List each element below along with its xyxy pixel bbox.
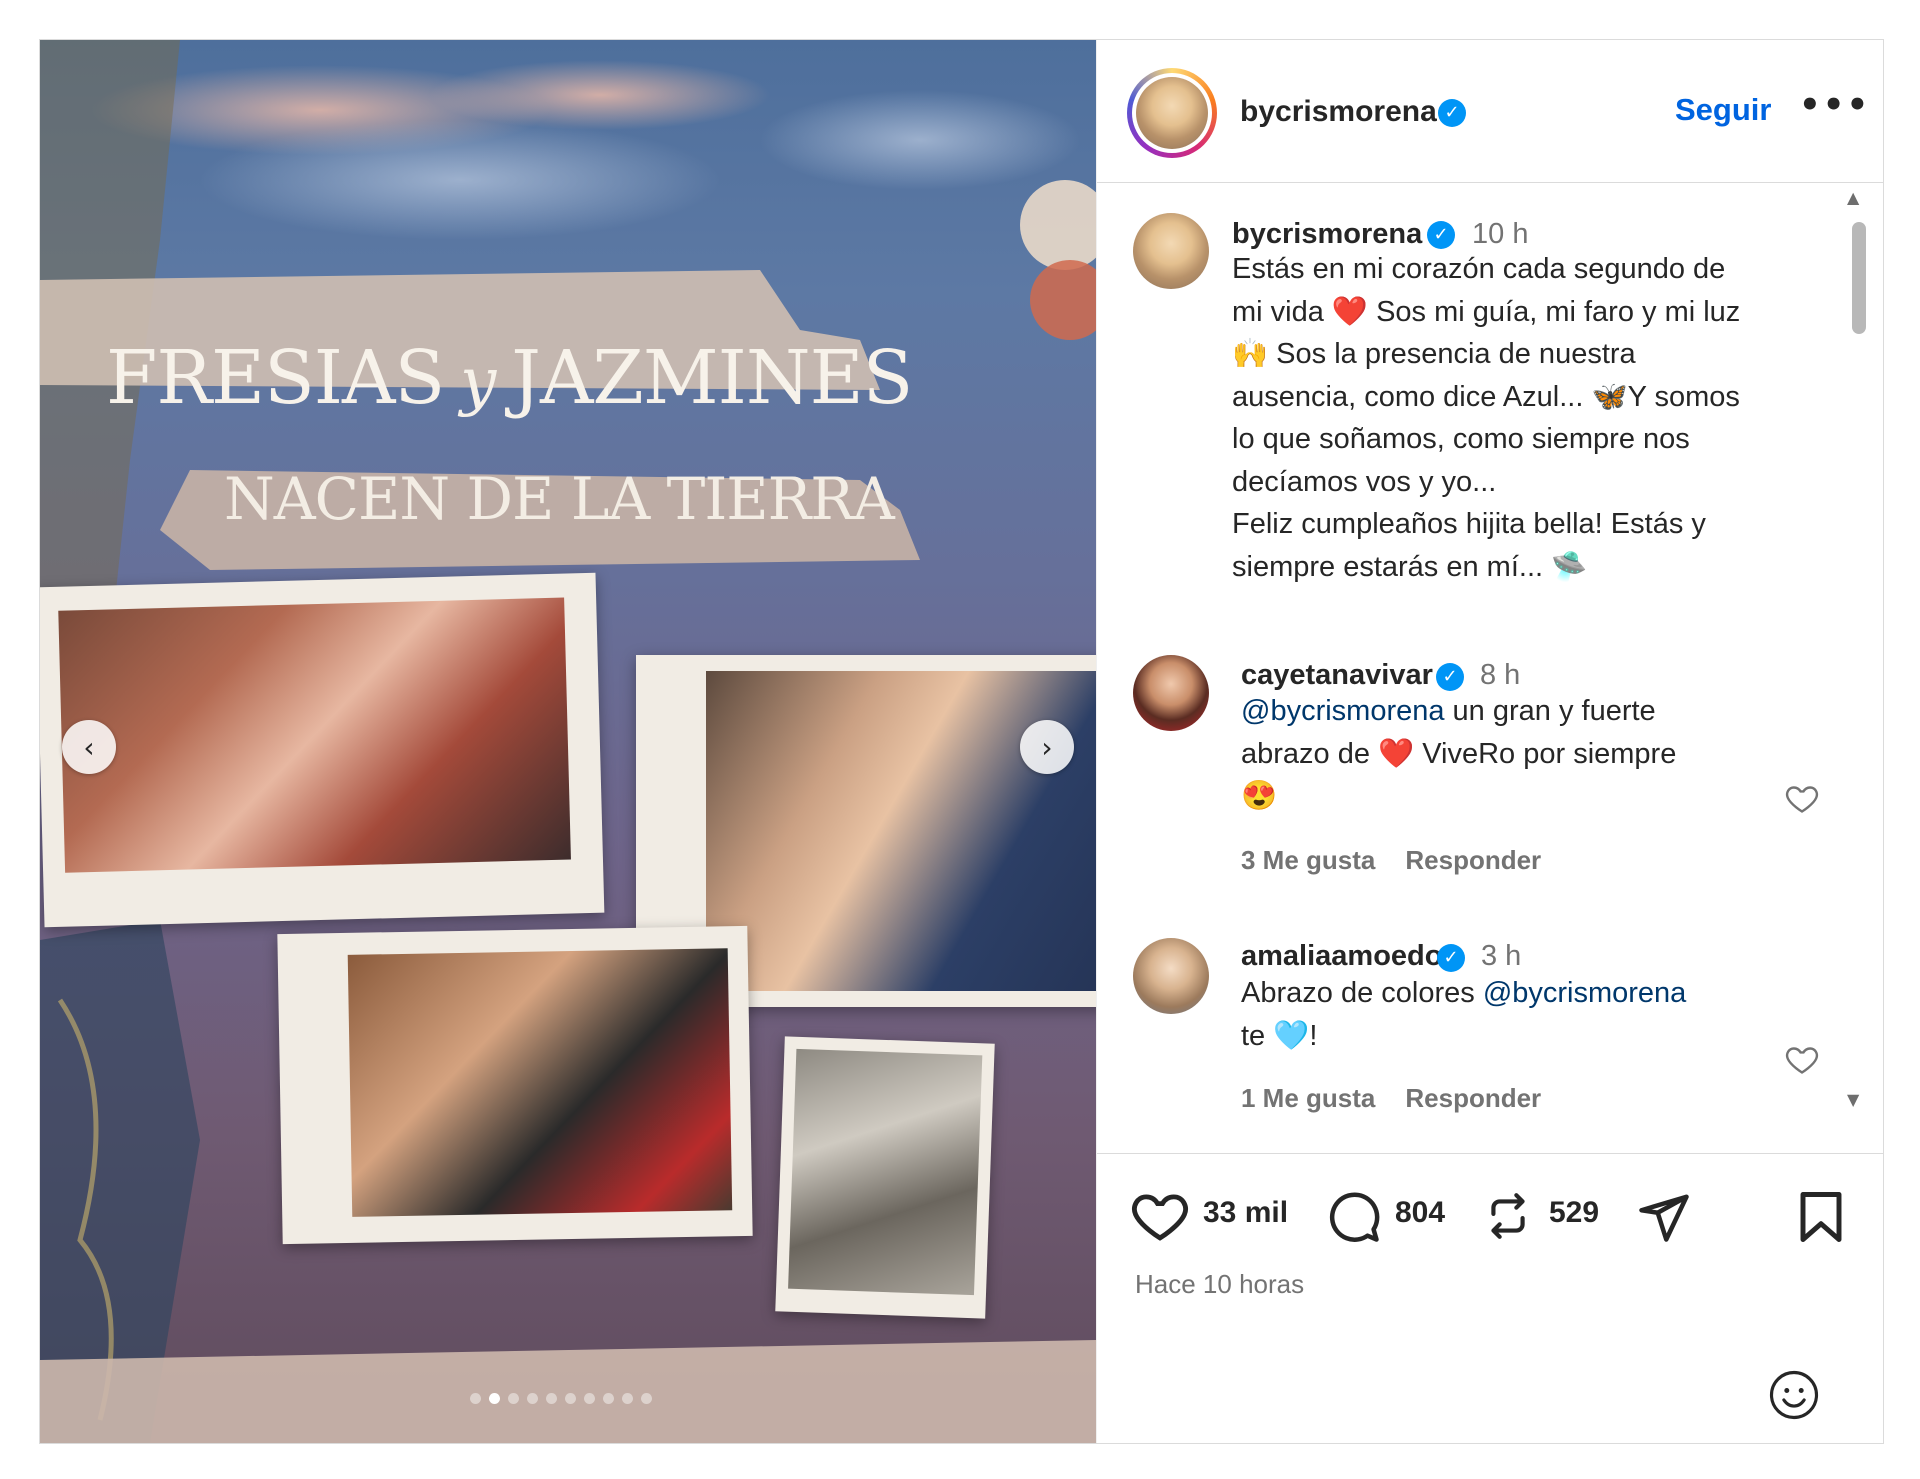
comment-line: 😍: [1241, 780, 1278, 812]
chevron-right-icon: ›: [1041, 730, 1053, 764]
photo-frame-4: [775, 1036, 995, 1319]
caption-line: siempre estarás en mí... 🛸: [1232, 550, 1588, 583]
photo-2: [706, 671, 1096, 991]
reply-button[interactable]: Responder: [1405, 1083, 1541, 1113]
caption-line: Estás en mi corazón cada segundo de: [1232, 253, 1726, 285]
carousel-next-button[interactable]: ›: [1020, 720, 1074, 774]
title-word-fresias: FRESIAS: [106, 335, 445, 421]
author-username[interactable]: bycrismorena: [1240, 95, 1437, 129]
author-avatar[interactable]: [1127, 68, 1217, 158]
comment-avatar[interactable]: [1133, 655, 1209, 731]
carousel-dot: [603, 1393, 614, 1404]
comment-likes-count[interactable]: 1 Me gusta: [1241, 1083, 1375, 1113]
like-comment-heart-icon[interactable]: [1784, 1041, 1820, 1077]
photo-frame-1: [40, 572, 605, 928]
reposts-count[interactable]: 529: [1549, 1196, 1599, 1230]
more-options-icon[interactable]: •••: [1799, 85, 1870, 125]
comments-section[interactable]: bycrismorena ✓ 10 h Estás en mi corazón …: [1097, 183, 1883, 1153]
comment-bubble-icon[interactable]: [1327, 1190, 1381, 1244]
verified-badge-icon: ✓: [1437, 944, 1465, 972]
verified-badge-icon: ✓: [1436, 663, 1464, 691]
photo-4: [788, 1048, 983, 1296]
verified-badge-icon: ✓: [1427, 221, 1455, 249]
photo-3: [347, 948, 733, 1217]
caption-line: decíamos vos y yo...: [1232, 465, 1497, 498]
comment-line: @bycrismorena un gran y fuerte: [1241, 690, 1676, 733]
comments-count[interactable]: 804: [1395, 1196, 1445, 1230]
carousel-prev-button[interactable]: ‹: [62, 720, 116, 774]
like-comment-heart-icon[interactable]: [1784, 780, 1820, 816]
post-window: FRESIAS y JAZMINES NACEN DE LA TIERRA ‹ ›: [39, 39, 1884, 1444]
comments-scrollbar[interactable]: [1852, 222, 1866, 334]
carousel-dot: [508, 1393, 519, 1404]
comment-username[interactable]: amaliaamoedo: [1241, 940, 1442, 973]
comment-text: Abrazo de colores @bycrismorena te 🩵!: [1241, 972, 1686, 1057]
carousel-dot: [584, 1393, 595, 1404]
repost-icon[interactable]: [1483, 1190, 1533, 1242]
caption-line: mi vida ❤️ Sos mi guía, mi faro y mi luz: [1232, 295, 1741, 328]
carousel-dot: [622, 1393, 633, 1404]
save-bookmark-icon[interactable]: [1797, 1190, 1845, 1244]
comment-likes-count[interactable]: 3 Me gusta: [1241, 845, 1375, 875]
caption-avatar[interactable]: [1133, 213, 1209, 289]
reply-button[interactable]: Responder: [1405, 845, 1541, 875]
avatar-image: [1136, 77, 1208, 149]
caption-line: Feliz cumpleaños hijita bella! Estás y: [1232, 508, 1706, 540]
post-header: bycrismorena ✓ Seguir •••: [1097, 40, 1883, 183]
carousel-dot: [546, 1393, 557, 1404]
comment-fragment: Abrazo de colores: [1241, 977, 1483, 1009]
post-media-carousel[interactable]: FRESIAS y JAZMINES NACEN DE LA TIERRA ‹ ›: [40, 40, 1096, 1443]
comment-fragment: un gran y fuerte: [1444, 695, 1656, 727]
comment-timestamp: 8 h: [1480, 659, 1521, 691]
scroll-down-arrow-icon[interactable]: ▼: [1847, 1090, 1859, 1109]
photo-1: [58, 597, 571, 873]
carousel-dot: [565, 1393, 576, 1404]
title-word-y: y: [460, 345, 496, 419]
carousel-dot: [470, 1393, 481, 1404]
follow-button[interactable]: Seguir: [1675, 92, 1771, 128]
comment-line: Abrazo de colores @bycrismorena: [1241, 972, 1686, 1015]
mention-link[interactable]: @bycrismorena: [1241, 695, 1445, 727]
carousel-dot: [641, 1393, 652, 1404]
carousel-dot-active: [489, 1393, 500, 1404]
chevron-left-icon: ‹: [83, 730, 95, 764]
post-title-line2: NACEN DE LA TIERRA: [224, 465, 895, 533]
carousel-indicator: [470, 1393, 652, 1404]
caption-line: 🙌 Sos la presencia de nuestra: [1232, 338, 1636, 370]
likes-count[interactable]: 33 mil: [1203, 1196, 1288, 1230]
post-side-panel: bycrismorena ✓ Seguir ••• bycrismorena ✓…: [1096, 40, 1883, 1443]
post-title-line1: FRESIAS y JAZMINES: [106, 335, 913, 421]
comment-text: @bycrismorena un gran y fuerte abrazo de…: [1241, 690, 1676, 818]
comment-timestamp: 3 h: [1481, 940, 1522, 972]
caption-timestamp: 10 h: [1472, 218, 1529, 250]
title-word-jazmines: JAZMINES: [511, 335, 913, 421]
post-time-ago: Hace 10 horas: [1135, 1269, 1305, 1299]
comment-meta: 1 Me gusta Responder: [1241, 1083, 1571, 1114]
photo-frame-3: [277, 925, 753, 1245]
mention-link[interactable]: @bycrismorena: [1483, 977, 1687, 1009]
scroll-up-arrow-icon[interactable]: ▲: [1847, 188, 1859, 207]
emoji-picker-icon[interactable]: [1767, 1368, 1821, 1422]
verified-badge-icon: ✓: [1438, 99, 1466, 127]
like-heart-icon[interactable]: [1131, 1188, 1189, 1242]
post-actions-bar: 33 mil 804 529 Hace 10 horas: [1097, 1153, 1883, 1443]
carousel-dot: [527, 1393, 538, 1404]
caption-username[interactable]: bycrismorena: [1232, 218, 1422, 251]
avatar-ring-gap: [1132, 73, 1212, 153]
caption-line: lo que soñamos, como siempre nos: [1232, 423, 1690, 455]
comment-meta: 3 Me gusta Responder: [1241, 845, 1571, 876]
caption-line: ausencia, como dice Azul... 🦋Y somos: [1232, 380, 1740, 413]
share-send-icon[interactable]: [1637, 1190, 1691, 1244]
comment-line: te 🩵!: [1241, 1019, 1318, 1052]
comment-username[interactable]: cayetanavivar: [1241, 659, 1433, 692]
caption-text: Estás en mi corazón cada segundo de mi v…: [1232, 248, 1740, 588]
comment-avatar[interactable]: [1133, 938, 1209, 1014]
comment-line: abrazo de ❤️ ViveRo por siempre: [1241, 737, 1677, 770]
